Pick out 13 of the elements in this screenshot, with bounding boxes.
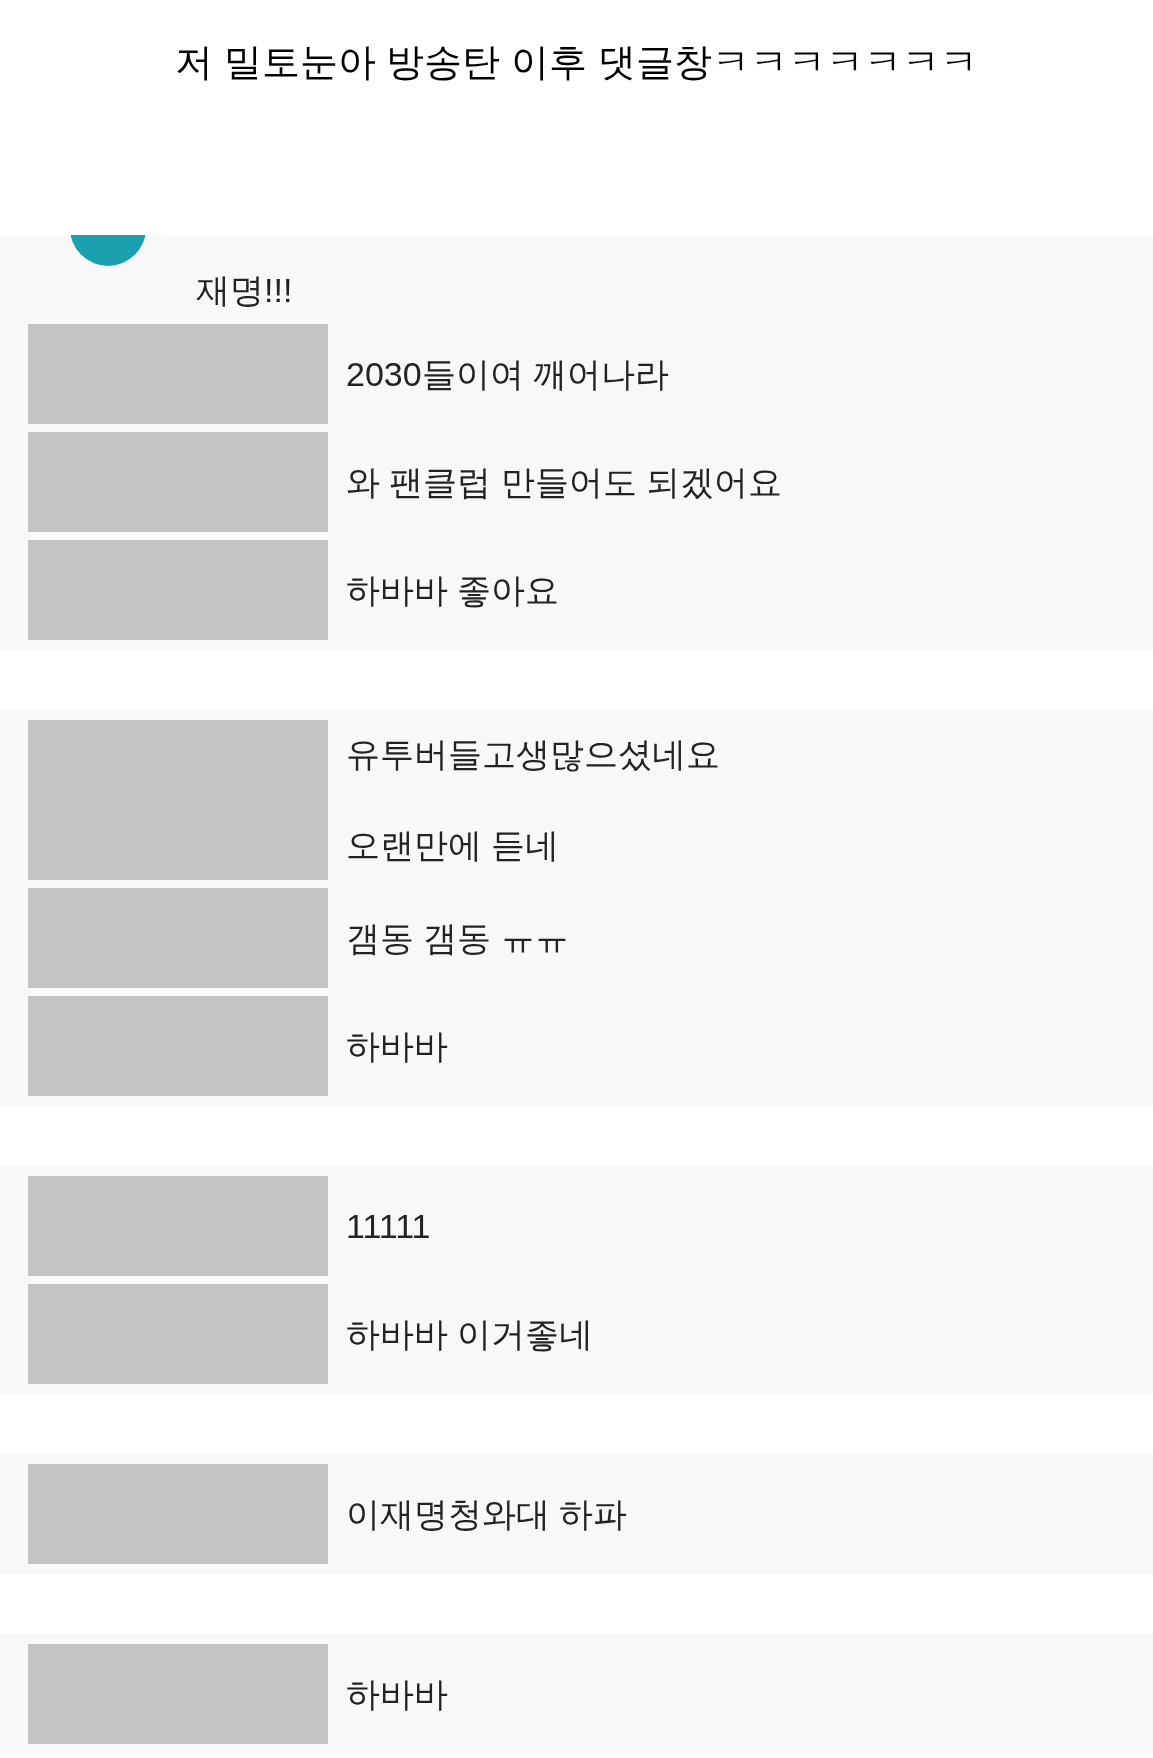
post-title: 저 밀토눈아 방송탄 이후 댓글창ㅋㅋㅋㅋㅋㅋㅋ — [175, 40, 978, 85]
comment-text: 11111 — [346, 1205, 431, 1247]
comment-text: 오랜만에 듣네 — [346, 825, 561, 866]
comment-text: 갬동 갬동 ㅠㅠ — [346, 917, 569, 959]
comment-text: 유투버들고생많으셨네요 — [346, 734, 720, 775]
comment-text: 재명!!! — [196, 271, 293, 309]
comment-text: 2030들이여 깨어나라 — [346, 353, 670, 395]
comment-text: 하바바 이거좋네 — [346, 1313, 594, 1355]
comment-text: 이재명청와대 하파 — [346, 1493, 628, 1535]
comment-text: 하바바 — [346, 1673, 448, 1715]
comment-text: 하바바 — [346, 1025, 448, 1067]
comment-text: 하바바 좋아요 — [346, 569, 560, 611]
comment-text: 와 팬클럽 만들어도 되겠어요 — [346, 461, 783, 503]
